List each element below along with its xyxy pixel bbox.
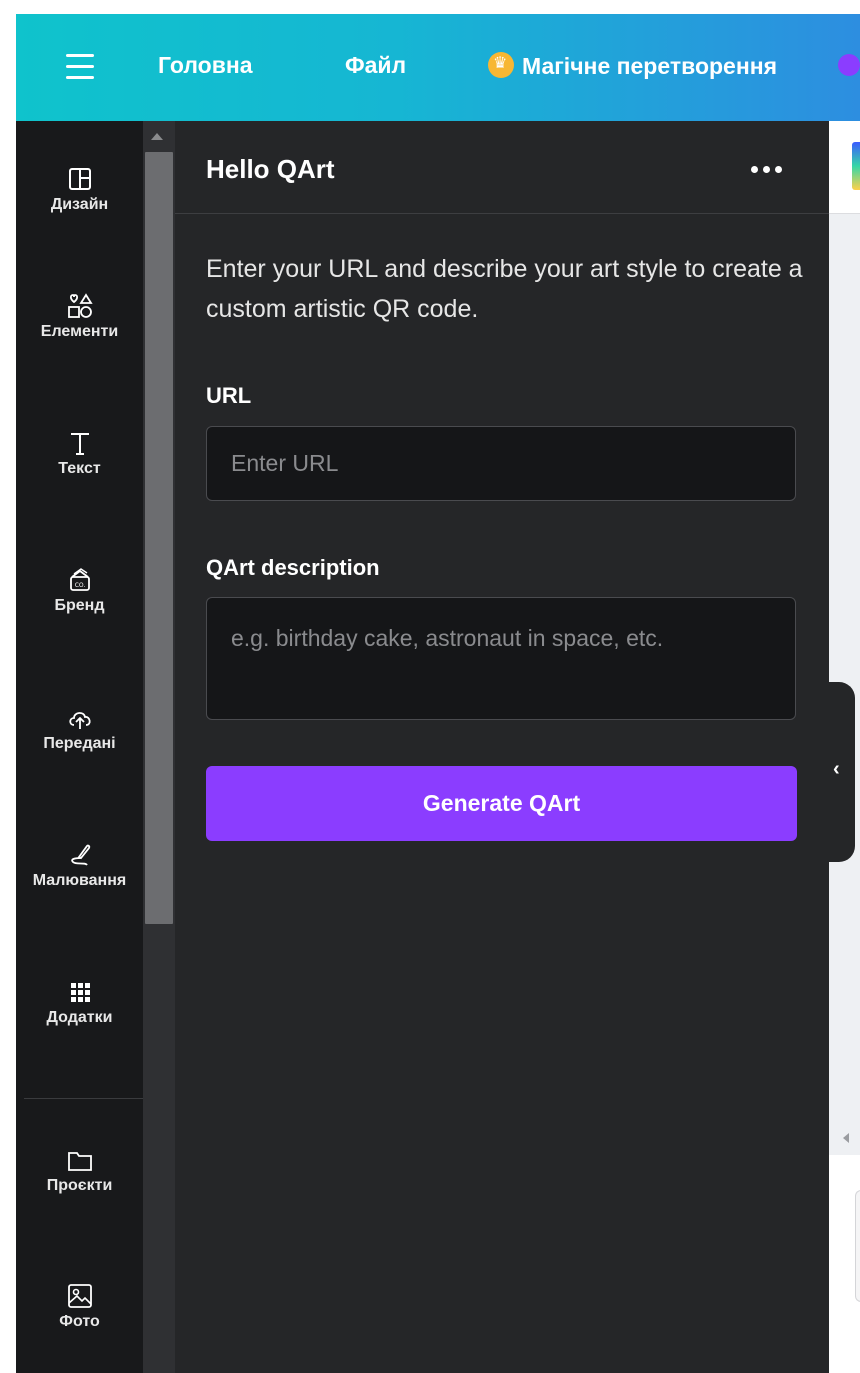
rail-scrollbar-thumb[interactable] xyxy=(145,152,173,924)
color-picker-icon[interactable] xyxy=(852,142,860,190)
top-strip xyxy=(0,0,860,14)
rail-item-label: Фото xyxy=(59,1313,100,1330)
folder-icon xyxy=(67,1152,92,1171)
rail-item-brand[interactable]: CO. Бренд xyxy=(16,565,143,615)
rail-item-projects[interactable]: Проєкти xyxy=(16,1145,143,1195)
rail-item-label: Додатки xyxy=(46,1009,113,1026)
rail-item-label: Дизайн xyxy=(50,196,109,213)
more-icon xyxy=(751,166,758,173)
cloud-upload-icon xyxy=(68,712,91,729)
rail-item-draw[interactable]: Малювання xyxy=(16,840,143,890)
menu-icon xyxy=(66,54,94,57)
brand-kit-icon: CO. xyxy=(69,568,90,591)
rail-item-label: Малювання xyxy=(32,872,127,889)
text-icon xyxy=(70,433,89,455)
side-rail: Дизайн Елементи Текст CO. Бренд Передані xyxy=(16,121,144,1373)
generate-button[interactable]: Generate QArt xyxy=(206,766,797,841)
left-margin xyxy=(0,121,16,1373)
rail-item-label: Передані xyxy=(43,735,116,752)
rail-item-label: Бренд xyxy=(54,597,105,614)
nav-magic-switch-label: Магічне перетворення xyxy=(522,53,778,79)
page-thumbnail[interactable] xyxy=(855,1190,860,1302)
rail-item-photos[interactable]: Фото xyxy=(16,1281,143,1331)
collapse-panel-button[interactable]: ‹ xyxy=(829,682,855,862)
avatar[interactable] xyxy=(838,54,860,76)
app-panel: Hello QArt Enter your URL and describe y… xyxy=(175,121,829,1373)
top-bar: Головна Файл Магічне перетворення xyxy=(16,14,860,121)
scroll-up-icon[interactable] xyxy=(151,133,163,140)
intro-text: Enter your URL and describe your art sty… xyxy=(206,255,803,323)
crown-icon xyxy=(488,52,514,78)
rail-item-elements[interactable]: Елементи xyxy=(16,291,143,341)
menu-button[interactable] xyxy=(66,54,94,80)
shapes-icon xyxy=(67,293,93,318)
panel-divider xyxy=(175,213,829,214)
svg-text:CO.: CO. xyxy=(74,582,85,589)
rail-divider xyxy=(24,1098,144,1099)
nav-file[interactable]: Файл xyxy=(345,52,406,79)
rail-item-uploads[interactable]: Передані xyxy=(16,703,143,753)
more-options-button[interactable] xyxy=(747,157,787,181)
rail-item-apps[interactable]: Додатки xyxy=(16,977,143,1027)
apps-grid-icon xyxy=(70,983,90,1002)
nav-magic-switch[interactable]: Магічне перетворення xyxy=(488,52,777,80)
photo-icon xyxy=(67,1284,92,1308)
description-label: QArt description xyxy=(206,555,380,580)
url-input[interactable] xyxy=(206,426,796,501)
rail-item-label: Текст xyxy=(58,460,101,477)
scroll-left-icon[interactable] xyxy=(843,1133,849,1143)
panel-title: Hello QArt xyxy=(206,154,335,184)
rail-item-text[interactable]: Текст xyxy=(16,428,143,478)
url-label: URL xyxy=(206,383,252,408)
rail-item-design[interactable]: Дизайн xyxy=(16,164,143,214)
description-input[interactable] xyxy=(206,597,796,720)
rail-item-label: Елементи xyxy=(40,323,119,340)
draw-icon xyxy=(70,844,90,866)
rail-item-label: Проєкти xyxy=(46,1177,113,1194)
chevron-left-icon: ‹ xyxy=(833,758,840,780)
nav-home[interactable]: Головна xyxy=(158,52,253,79)
layout-icon xyxy=(68,168,91,190)
